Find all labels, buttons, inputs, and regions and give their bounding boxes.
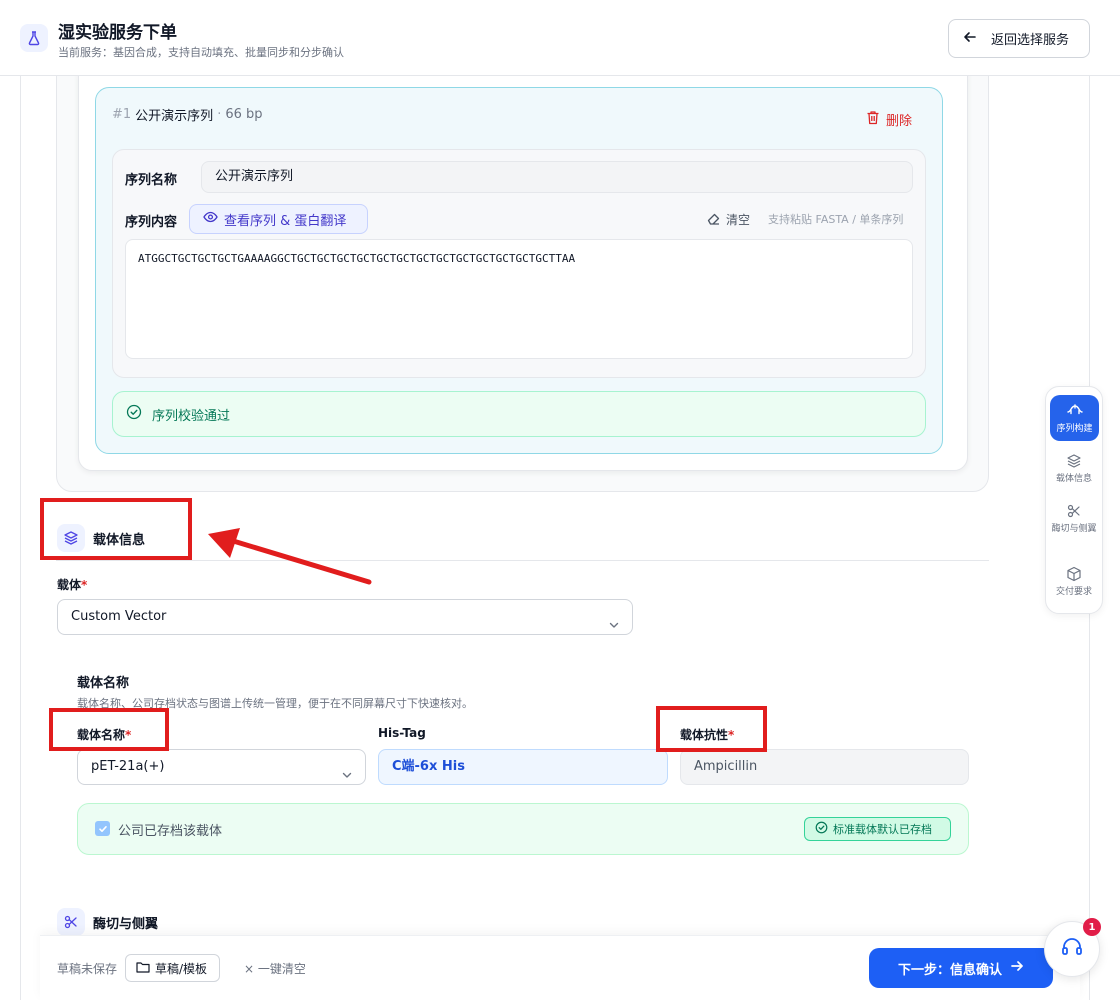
vector-name-subsection-title: 载体名称 <box>77 676 130 691</box>
side-nav-item-delivery[interactable]: 交付要求 <box>1049 566 1099 598</box>
vector-select-value: Custom Vector <box>71 609 167 624</box>
side-nav-label: 载体信息 <box>1055 474 1092 484</box>
sequence-index: #1 <box>112 107 132 122</box>
restriction-section-title: 酶切与侧翼 <box>93 917 159 932</box>
sequence-content-textarea[interactable]: ATGGCTGCTGCTGCTGAAAAGGCTGCTGCTGCTGCTGCTG… <box>125 239 913 359</box>
standard-vector-badge: 标准载体默认已存档 <box>804 817 951 841</box>
sequence-name-input[interactable]: 公开演示序列 <box>201 161 913 193</box>
delete-sequence-button[interactable]: 删除 <box>866 110 912 129</box>
next-step-button[interactable]: 下一步：信息确认 <box>869 948 1053 988</box>
page-subtitle: 当前服务：基因合成，支持自动填充、批量同步和分步确认 <box>58 46 344 59</box>
annotation-box-vector-name <box>49 708 169 751</box>
box-icon <box>1066 566 1082 586</box>
sequence-name-label: 序列名称 <box>125 173 178 188</box>
flask-icon <box>20 24 48 52</box>
close-icon: × <box>244 962 255 976</box>
scissors-icon <box>1066 503 1082 523</box>
check-circle-icon <box>815 821 828 837</box>
page-header: 湿实验服务下单 当前服务：基因合成，支持自动填充、批量同步和分步确认 返回选择服… <box>0 0 1120 76</box>
view-sequence-label: 查看序列 & 蛋白翻译 <box>224 213 347 229</box>
side-nav-item-sequence[interactable]: 序列构建 <box>1050 395 1099 441</box>
back-button-label: 返回选择服务 <box>991 33 1070 48</box>
arrow-right-icon <box>1010 959 1024 977</box>
vector-resistance-field[interactable]: Ampicillin <box>680 749 969 785</box>
clear-all-button[interactable]: × 一键清空 <box>244 960 306 977</box>
vector-select[interactable]: Custom Vector <box>57 599 633 635</box>
sequence-content-label: 序列内容 <box>125 215 178 230</box>
page-title: 湿实验服务下单 <box>58 23 177 43</box>
vector-name-value: pET-21a(+) <box>91 759 165 774</box>
side-nav-label: 序列构建 <box>1056 424 1093 434</box>
notification-badge: 1 <box>1083 918 1101 936</box>
side-nav-label: 酶切与侧翼 <box>1051 524 1097 534</box>
chevron-down-icon <box>608 611 620 645</box>
eraser-icon <box>706 212 721 228</box>
sequence-validation-status: 序列校验通过 <box>112 391 926 437</box>
annotation-arrow <box>208 528 372 585</box>
arrow-left-icon <box>963 30 977 48</box>
draft-button-label: 草稿/模板 <box>155 961 208 976</box>
validation-text: 序列校验通过 <box>152 408 231 424</box>
scissors-icon <box>57 908 85 936</box>
sequence-item-header: #1 公开演示序列 · 66 bp <box>112 105 263 124</box>
required-mark: * <box>81 578 88 592</box>
sequence-title: 公开演示序列 <box>135 109 214 124</box>
side-nav-item-restriction[interactable]: 酶切与侧翼 <box>1049 503 1099 535</box>
delete-label: 删除 <box>886 114 913 129</box>
annotation-box-vector-resistance <box>656 706 767 752</box>
sequence-length: 66 bp <box>225 107 263 122</box>
check-circle-icon <box>126 404 142 424</box>
vector-name-select[interactable]: pET-21a(+) <box>77 749 366 785</box>
separator-dot: · <box>217 107 222 122</box>
draft-template-button[interactable]: 草稿/模板 <box>125 954 220 982</box>
headset-icon <box>1060 936 1084 962</box>
trash-icon <box>866 110 880 129</box>
side-nav-item-vector[interactable]: 载体信息 <box>1049 453 1099 485</box>
draft-status: 草稿未保存 <box>57 962 118 976</box>
folder-icon <box>136 961 150 976</box>
clear-label: 清空 <box>726 213 751 227</box>
his-tag-field[interactable]: C端-6x His <box>378 749 668 785</box>
standard-badge-text: 标准载体默认已存档 <box>833 823 932 836</box>
paste-hint: 支持粘贴 FASTA / 单条序列 <box>768 213 904 226</box>
clear-sequence-button[interactable]: 清空 <box>706 211 750 228</box>
layers-icon <box>1066 453 1082 473</box>
sequence-icon <box>1066 402 1083 419</box>
eye-icon <box>203 211 218 227</box>
vector-label-text: 载体 <box>57 578 82 592</box>
vector-label: 载体* <box>57 576 87 593</box>
view-sequence-translation-button[interactable]: 查看序列 & 蛋白翻译 <box>189 204 368 234</box>
chevron-down-icon <box>341 761 353 795</box>
annotation-box-vector-section <box>40 498 192 560</box>
back-button[interactable]: 返回选择服务 <box>948 19 1090 58</box>
next-step-label: 下一步：信息确认 <box>897 962 1002 978</box>
his-tag-label: His-Tag <box>378 726 426 740</box>
clear-all-label: 一键清空 <box>257 962 306 976</box>
archived-checkbox[interactable] <box>95 821 110 836</box>
section-divider <box>56 560 989 561</box>
archived-label: 公司已存档该载体 <box>118 824 223 839</box>
side-nav-label: 交付要求 <box>1055 587 1092 597</box>
